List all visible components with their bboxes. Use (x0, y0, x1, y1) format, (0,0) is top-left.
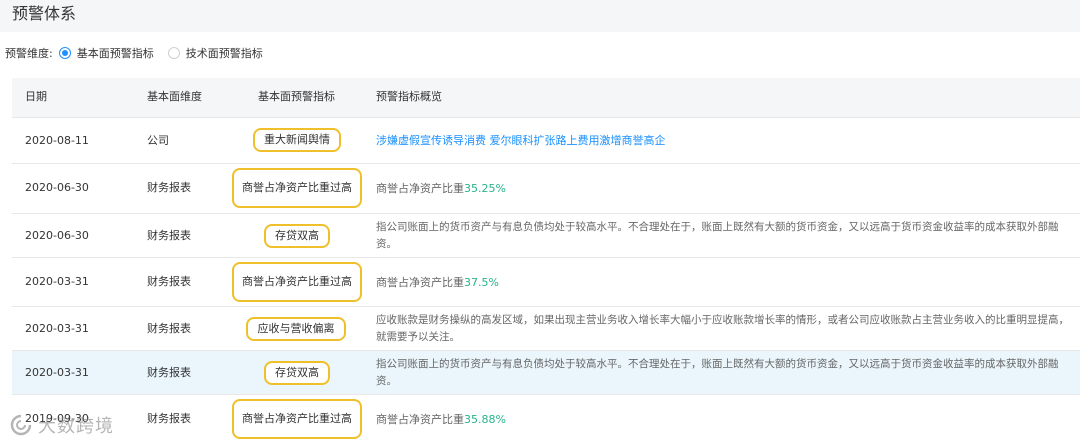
row-overview: 商誉占净资产比重37.5% (376, 274, 1076, 291)
radio-unchecked-icon (167, 47, 180, 59)
news-link[interactable]: 涉嫌虚假宣传诱导消费 爱尔眼科扩张路上费用激增商誉高企 (376, 132, 1076, 149)
row-date: 2020-03-31 (25, 322, 89, 335)
row-overview: 指公司账面上的货币资产与有息负债均处于较高水平。不合理处在于，账面上既然有大额的… (376, 358, 1059, 387)
watermark-text: 大数跨境 (38, 416, 114, 437)
radio-fundamental-label: 基本面预警指标 (76, 47, 154, 60)
page-title: 预警体系 (12, 4, 77, 23)
radio-technical-label: 技术面预警指标 (185, 47, 263, 60)
row-overview: 指公司账面上的货币资产与有息负债均处于较高水平。不合理处在于，账面上既然有大额的… (376, 221, 1059, 250)
row-dimension: 财务报表 (147, 275, 191, 288)
header-indicator: 基本面预警指标 (258, 90, 335, 103)
row-date: 2020-06-30 (25, 181, 89, 194)
table-row[interactable]: 2019-09-30 财务报表 商誉占净资产比重过高 商誉占净资产比重35.88… (12, 394, 1080, 443)
table-row[interactable]: 2020-03-31 财务报表 应收与营收偏离 应收账款是财务操纵的高发区域，如… (12, 306, 1080, 350)
overview-value: 35.25% (464, 182, 506, 195)
row-date: 2020-08-11 (25, 134, 89, 147)
warning-table: 日期 基本面维度 基本面预警指标 预警指标概览 2020-08-11 公司 重大… (12, 78, 1080, 443)
row-dimension: 财务报表 (147, 366, 191, 379)
table-row[interactable]: 2020-08-11 公司 重大新闻舆情 涉嫌虚假宣传诱导消费 爱尔眼科扩张路上… (12, 117, 1080, 163)
overview-value: 35.88% (464, 413, 506, 426)
indicator-tag[interactable]: 商誉占净资产比重过高 (232, 168, 362, 208)
overview-value: 37.5% (464, 276, 499, 289)
row-dimension: 财务报表 (147, 322, 191, 335)
row-dimension: 财务报表 (147, 412, 191, 425)
overview-prefix: 商誉占净资产比重 (376, 413, 464, 426)
row-overview: 商誉占净资产比重35.25% (376, 180, 1076, 197)
indicator-tag[interactable]: 应收与营收偏离 (246, 317, 346, 341)
table-row[interactable]: 2020-03-31 财务报表 存贷双高 指公司账面上的货币资产与有息负债均处于… (12, 350, 1080, 394)
overview-prefix: 商誉占净资产比重 (376, 182, 464, 195)
radio-fundamental[interactable]: 基本面预警指标 (58, 45, 154, 61)
row-date: 2020-03-31 (25, 275, 89, 288)
title-bar: 预警体系 (0, 0, 1080, 32)
table-row[interactable]: 2020-06-30 财务报表 存贷双高 指公司账面上的货币资产与有息负债均处于… (12, 213, 1080, 257)
row-date: 2020-06-30 (25, 229, 89, 242)
row-dimension: 财务报表 (147, 181, 191, 194)
row-dimension: 财务报表 (147, 229, 191, 242)
table-row[interactable]: 2020-03-31 财务报表 商誉占净资产比重过高 商誉占净资产比重37.5% (12, 257, 1080, 306)
filter-row: 预警维度: 基本面预警指标 技术面预警指标 (5, 45, 263, 61)
watermark-logo-icon (10, 414, 32, 436)
row-overview: 应收账款是财务操纵的高发区域，如果出现主营业务收入增长率大幅小于应收账款增长率的… (376, 314, 1069, 343)
indicator-tag[interactable]: 商誉占净资产比重过高 (232, 262, 362, 302)
row-date: 2020-03-31 (25, 366, 89, 379)
header-dimension: 基本面维度 (147, 90, 202, 103)
indicator-tag[interactable]: 商誉占净资产比重过高 (232, 399, 362, 439)
row-dimension: 公司 (147, 134, 169, 147)
radio-technical[interactable]: 技术面预警指标 (167, 45, 263, 61)
radio-checked-icon (58, 47, 71, 59)
indicator-tag[interactable]: 重大新闻舆情 (253, 128, 341, 152)
overview-prefix: 商誉占净资产比重 (376, 276, 464, 289)
indicator-tag[interactable]: 存贷双高 (264, 361, 330, 385)
table-row[interactable]: 2020-06-30 财务报表 商誉占净资产比重过高 商誉占净资产比重35.25… (12, 163, 1080, 213)
header-date: 日期 (25, 90, 47, 103)
filter-label: 预警维度: (5, 47, 53, 60)
watermark: 大数跨境 (8, 412, 114, 438)
indicator-tag[interactable]: 存贷双高 (264, 224, 330, 248)
row-overview: 商誉占净资产比重35.88% (376, 411, 1076, 428)
table-header: 日期 基本面维度 基本面预警指标 预警指标概览 (12, 78, 1080, 117)
header-overview: 预警指标概览 (376, 90, 442, 103)
